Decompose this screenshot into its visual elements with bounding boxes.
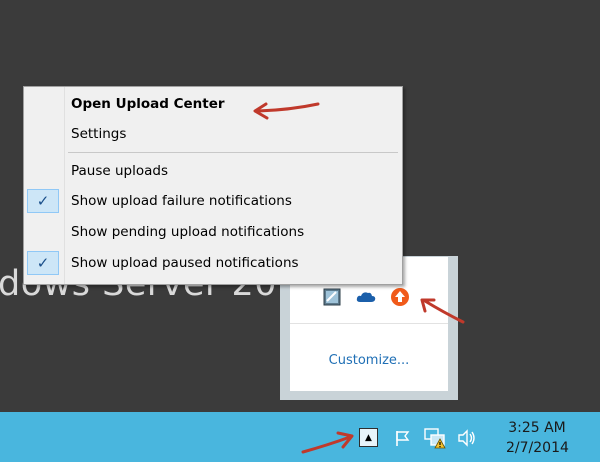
action-center-flag-icon[interactable] xyxy=(392,427,414,449)
speaker-icon[interactable] xyxy=(456,427,478,449)
checkmark-icon: ✓ xyxy=(27,251,59,275)
menu-item-pause-uploads[interactable]: Pause uploads xyxy=(24,158,402,184)
menu-item-label: Open Upload Center xyxy=(71,96,225,112)
upload-center-icon[interactable] xyxy=(388,285,412,309)
menu-item-label: Pause uploads xyxy=(71,163,169,179)
menu-item-label: Settings xyxy=(71,126,127,142)
menu-item-label: Show pending upload notifications xyxy=(71,224,305,240)
menu-item-show-upload-paused-notifications[interactable]: ✓ Show upload paused notifications xyxy=(24,250,402,276)
taskbar-clock[interactable]: 3:25 AM 2/7/2014 xyxy=(506,418,569,458)
menu-separator xyxy=(68,152,398,153)
clock-time: 3:25 AM xyxy=(508,420,566,436)
menu-item-settings[interactable]: Settings xyxy=(24,121,402,147)
onedrive-cloud-icon[interactable] xyxy=(354,285,378,309)
tray-overflow-icons xyxy=(290,285,448,315)
network-warning-icon[interactable] xyxy=(424,427,446,449)
clock-date: 2/7/2014 xyxy=(506,440,569,456)
flyout-divider xyxy=(290,323,448,324)
show-hidden-icons-button[interactable]: ▲ xyxy=(359,428,378,447)
checkmark-icon: ✓ xyxy=(27,189,59,213)
menu-item-show-upload-failure-notifications[interactable]: ✓ Show upload failure notifications xyxy=(24,188,402,214)
customize-link[interactable]: Customize... xyxy=(290,353,448,368)
menu-item-label: Show upload paused notifications xyxy=(71,255,299,271)
menu-item-show-pending-upload-notifications[interactable]: Show pending upload notifications xyxy=(24,219,402,245)
upload-center-context-menu: Open Upload Center Settings Pause upload… xyxy=(23,86,403,285)
app-icon[interactable] xyxy=(320,285,344,309)
menu-item-open-upload-center[interactable]: Open Upload Center xyxy=(24,91,402,117)
menu-item-label: Show upload failure notifications xyxy=(71,193,292,209)
taskbar: ▲ 3:25 AM 2/7/2014 xyxy=(0,412,600,462)
caret-up-icon: ▲ xyxy=(365,432,372,443)
